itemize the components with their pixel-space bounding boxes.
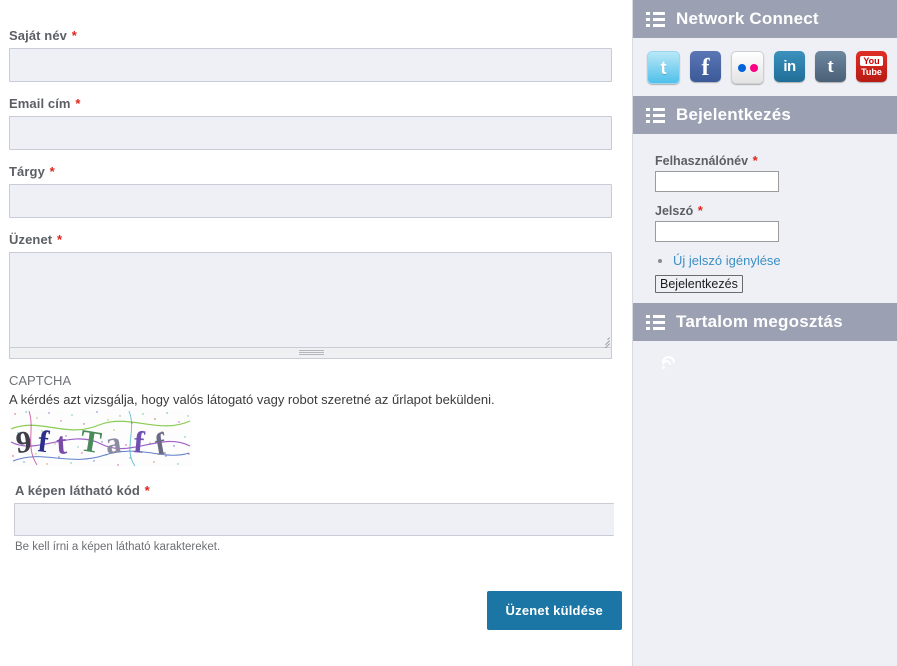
send-message-button[interactable]: Üzenet küldése xyxy=(486,591,622,630)
captcha-image: 9 f t T a f f xyxy=(9,409,192,467)
required-marker: * xyxy=(71,28,77,43)
facebook-icon[interactable]: f xyxy=(690,51,721,82)
tumblr-glyph: t xyxy=(827,56,834,77)
youtube-tube-text: Tube xyxy=(861,67,882,77)
password-label-text: Jelszó xyxy=(655,204,694,218)
submit-row: Üzenet küldése xyxy=(9,591,622,630)
field-message-label: Üzenet * xyxy=(9,232,612,247)
social-icon-row: t f in t You Tube xyxy=(633,38,897,96)
password-input[interactable] xyxy=(655,221,779,242)
required-marker: * xyxy=(49,164,55,179)
block-header-network-connect: Network Connect xyxy=(633,0,897,38)
required-marker: * xyxy=(144,483,150,498)
contact-form-region: Saját név * Email cím * Tárgy * Üzenet * xyxy=(0,0,632,666)
field-name-label-text: Saját név xyxy=(9,28,67,43)
list-icon xyxy=(646,314,665,330)
block-header-login: Bejelentkezés xyxy=(633,96,897,134)
sidebar: Network Connect t f in t You Tube Bejele… xyxy=(632,0,897,666)
name-input[interactable] xyxy=(9,48,612,82)
username-label: Felhasználónév * xyxy=(655,153,884,168)
block-title: Bejelentkezés xyxy=(676,105,792,124)
required-marker: * xyxy=(752,153,758,168)
field-subject: Tárgy * xyxy=(9,164,612,218)
tumblr-icon[interactable]: t xyxy=(815,51,846,82)
login-form: Felhasználónév * Jelszó * Új jelszó igén… xyxy=(633,134,897,303)
field-subject-label: Tárgy * xyxy=(9,164,612,179)
flickr-glyph xyxy=(732,52,763,83)
page-root: Saját név * Email cím * Tárgy * Üzenet * xyxy=(0,0,897,666)
message-textarea[interactable] xyxy=(9,252,612,348)
username-label-text: Felhasználónév xyxy=(655,154,749,168)
field-message-label-text: Üzenet xyxy=(9,232,53,247)
list-item: Új jelszó igénylése xyxy=(673,253,884,268)
flickr-icon[interactable] xyxy=(731,51,764,84)
subject-input[interactable] xyxy=(9,184,612,218)
required-marker: * xyxy=(697,203,703,218)
field-email-label: Email cím * xyxy=(9,96,612,111)
facebook-glyph: f xyxy=(701,54,710,81)
required-marker: * xyxy=(75,96,81,111)
content-sharing-body xyxy=(633,341,897,382)
youtube-you-text: You xyxy=(860,56,883,66)
block-login: Bejelentkezés Felhasználónév * Jelszó * … xyxy=(633,96,897,303)
captcha-code-input[interactable] xyxy=(14,503,614,536)
linkedin-icon[interactable]: in xyxy=(774,51,805,82)
field-email: Email cím * xyxy=(9,96,612,150)
linkedin-glyph: in xyxy=(783,58,796,75)
login-button[interactable]: Bejelentkezés xyxy=(655,275,743,293)
captcha-code-label: A képen látható kód * xyxy=(15,483,612,498)
message-textarea-wrap xyxy=(9,252,612,351)
password-label: Jelszó * xyxy=(655,203,884,218)
youtube-glyph: You Tube xyxy=(856,51,887,82)
youtube-icon[interactable]: You Tube xyxy=(856,51,887,82)
block-content-sharing: Tartalom megosztás xyxy=(633,303,897,382)
block-network-connect: Network Connect t f in t You Tube xyxy=(633,0,897,96)
field-email-label-text: Email cím xyxy=(9,96,71,111)
textarea-grippie-handle[interactable] xyxy=(9,348,612,359)
field-subject-label-text: Tárgy xyxy=(9,164,45,179)
request-new-password-link[interactable]: Új jelszó igénylése xyxy=(673,253,781,268)
block-title: Network Connect xyxy=(676,9,819,28)
block-header-content-sharing: Tartalom megosztás xyxy=(633,303,897,341)
list-icon xyxy=(646,107,665,123)
field-name-label: Saját név * xyxy=(9,28,612,43)
email-input[interactable] xyxy=(9,116,612,150)
captcha-section: CAPTCHA A kérdés azt vizsgálja, hogy val… xyxy=(9,373,614,553)
field-name: Saját név * xyxy=(9,28,612,82)
captcha-help-text: Be kell írni a képen látható karaktereke… xyxy=(15,541,221,553)
twitter-icon[interactable]: t xyxy=(647,51,680,84)
username-input[interactable] xyxy=(655,171,779,192)
password-reset-list: Új jelszó igénylése xyxy=(655,253,884,268)
twitter-glyph: t xyxy=(660,57,667,78)
captcha-code-label-text: A képen látható kód xyxy=(15,483,140,498)
block-title: Tartalom megosztás xyxy=(676,312,843,331)
captcha-title: CAPTCHA xyxy=(9,373,72,388)
captcha-description: A kérdés azt vizsgálja, hogy valós látog… xyxy=(9,392,495,407)
field-message: Üzenet * xyxy=(9,232,612,359)
required-marker: * xyxy=(56,232,63,247)
list-icon xyxy=(646,11,665,27)
